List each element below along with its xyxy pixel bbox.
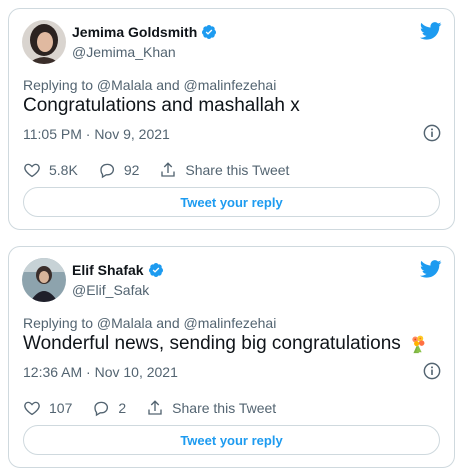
verified-badge-icon xyxy=(148,262,164,278)
tweet-actions: 107 2 Share this Tweet xyxy=(23,399,296,417)
author-handle[interactable]: @Elif_Safak xyxy=(72,282,149,298)
info-icon[interactable] xyxy=(423,362,441,380)
author-name-text: Jemima Goldsmith xyxy=(72,24,198,40)
reply-bubble-icon xyxy=(94,401,109,417)
like-count: 107 xyxy=(49,400,73,416)
share-label: Share this Tweet xyxy=(172,400,277,416)
reply-action[interactable]: 2 xyxy=(92,399,126,417)
timestamp[interactable]: 12:36 AM · Nov 10, 2021 xyxy=(23,364,178,380)
replying-to[interactable]: Replying to @Malala and @malinfezehai xyxy=(23,77,276,93)
tweet-text: Wonderful news, sending big congratulati… xyxy=(23,333,429,355)
share-icon xyxy=(148,400,162,415)
bouquet-icon xyxy=(407,333,429,355)
timestamp[interactable]: 11:05 PM · Nov 9, 2021 xyxy=(23,126,170,142)
author-name[interactable]: Elif Shafak xyxy=(72,262,164,278)
avatar[interactable] xyxy=(22,20,66,64)
replying-to[interactable]: Replying to @Malala and @malinfezehai xyxy=(23,315,276,331)
avatar[interactable] xyxy=(22,258,66,302)
share-icon xyxy=(161,162,176,177)
twitter-bird-icon[interactable] xyxy=(419,22,442,40)
reply-bubble-icon xyxy=(100,163,114,179)
heart-icon xyxy=(24,401,40,416)
reply-count: 92 xyxy=(123,162,140,178)
tweet-card[interactable]: Jemima Goldsmith @Jemima_Khan Replying t… xyxy=(8,8,455,230)
like-action[interactable]: 5.8K xyxy=(23,161,78,179)
like-action[interactable]: 107 xyxy=(23,399,72,417)
share-label: Share this Tweet xyxy=(185,162,290,178)
reply-count: 2 xyxy=(118,400,127,416)
tweet-text-content: Congratulations and mashallah x xyxy=(23,95,300,116)
heart-icon xyxy=(24,163,40,178)
verified-badge-icon xyxy=(201,24,217,40)
share-action[interactable]: Share this Tweet xyxy=(146,399,276,417)
like-count: 5.8K xyxy=(49,162,78,178)
tweet-text-content: Wonderful news, sending big congratulati… xyxy=(23,333,401,354)
twitter-bird-icon[interactable] xyxy=(419,260,442,278)
tweet-actions: 5.8K 92 Share this Tweet xyxy=(23,161,309,179)
tweet-card[interactable]: Elif Shafak @Elif_Safak Replying to @Mal… xyxy=(8,246,455,468)
tweet-reply-button[interactable]: Tweet your reply xyxy=(23,425,440,455)
author-handle[interactable]: @Jemima_Khan xyxy=(72,44,176,60)
reply-action[interactable]: 92 xyxy=(98,161,140,179)
tweet-reply-button[interactable]: Tweet your reply xyxy=(23,187,440,217)
author-name[interactable]: Jemima Goldsmith xyxy=(72,24,217,40)
tweet-text: Congratulations and mashallah x xyxy=(23,95,300,117)
info-icon[interactable] xyxy=(423,124,441,142)
share-action[interactable]: Share this Tweet xyxy=(159,161,289,179)
author-name-text: Elif Shafak xyxy=(72,262,144,278)
